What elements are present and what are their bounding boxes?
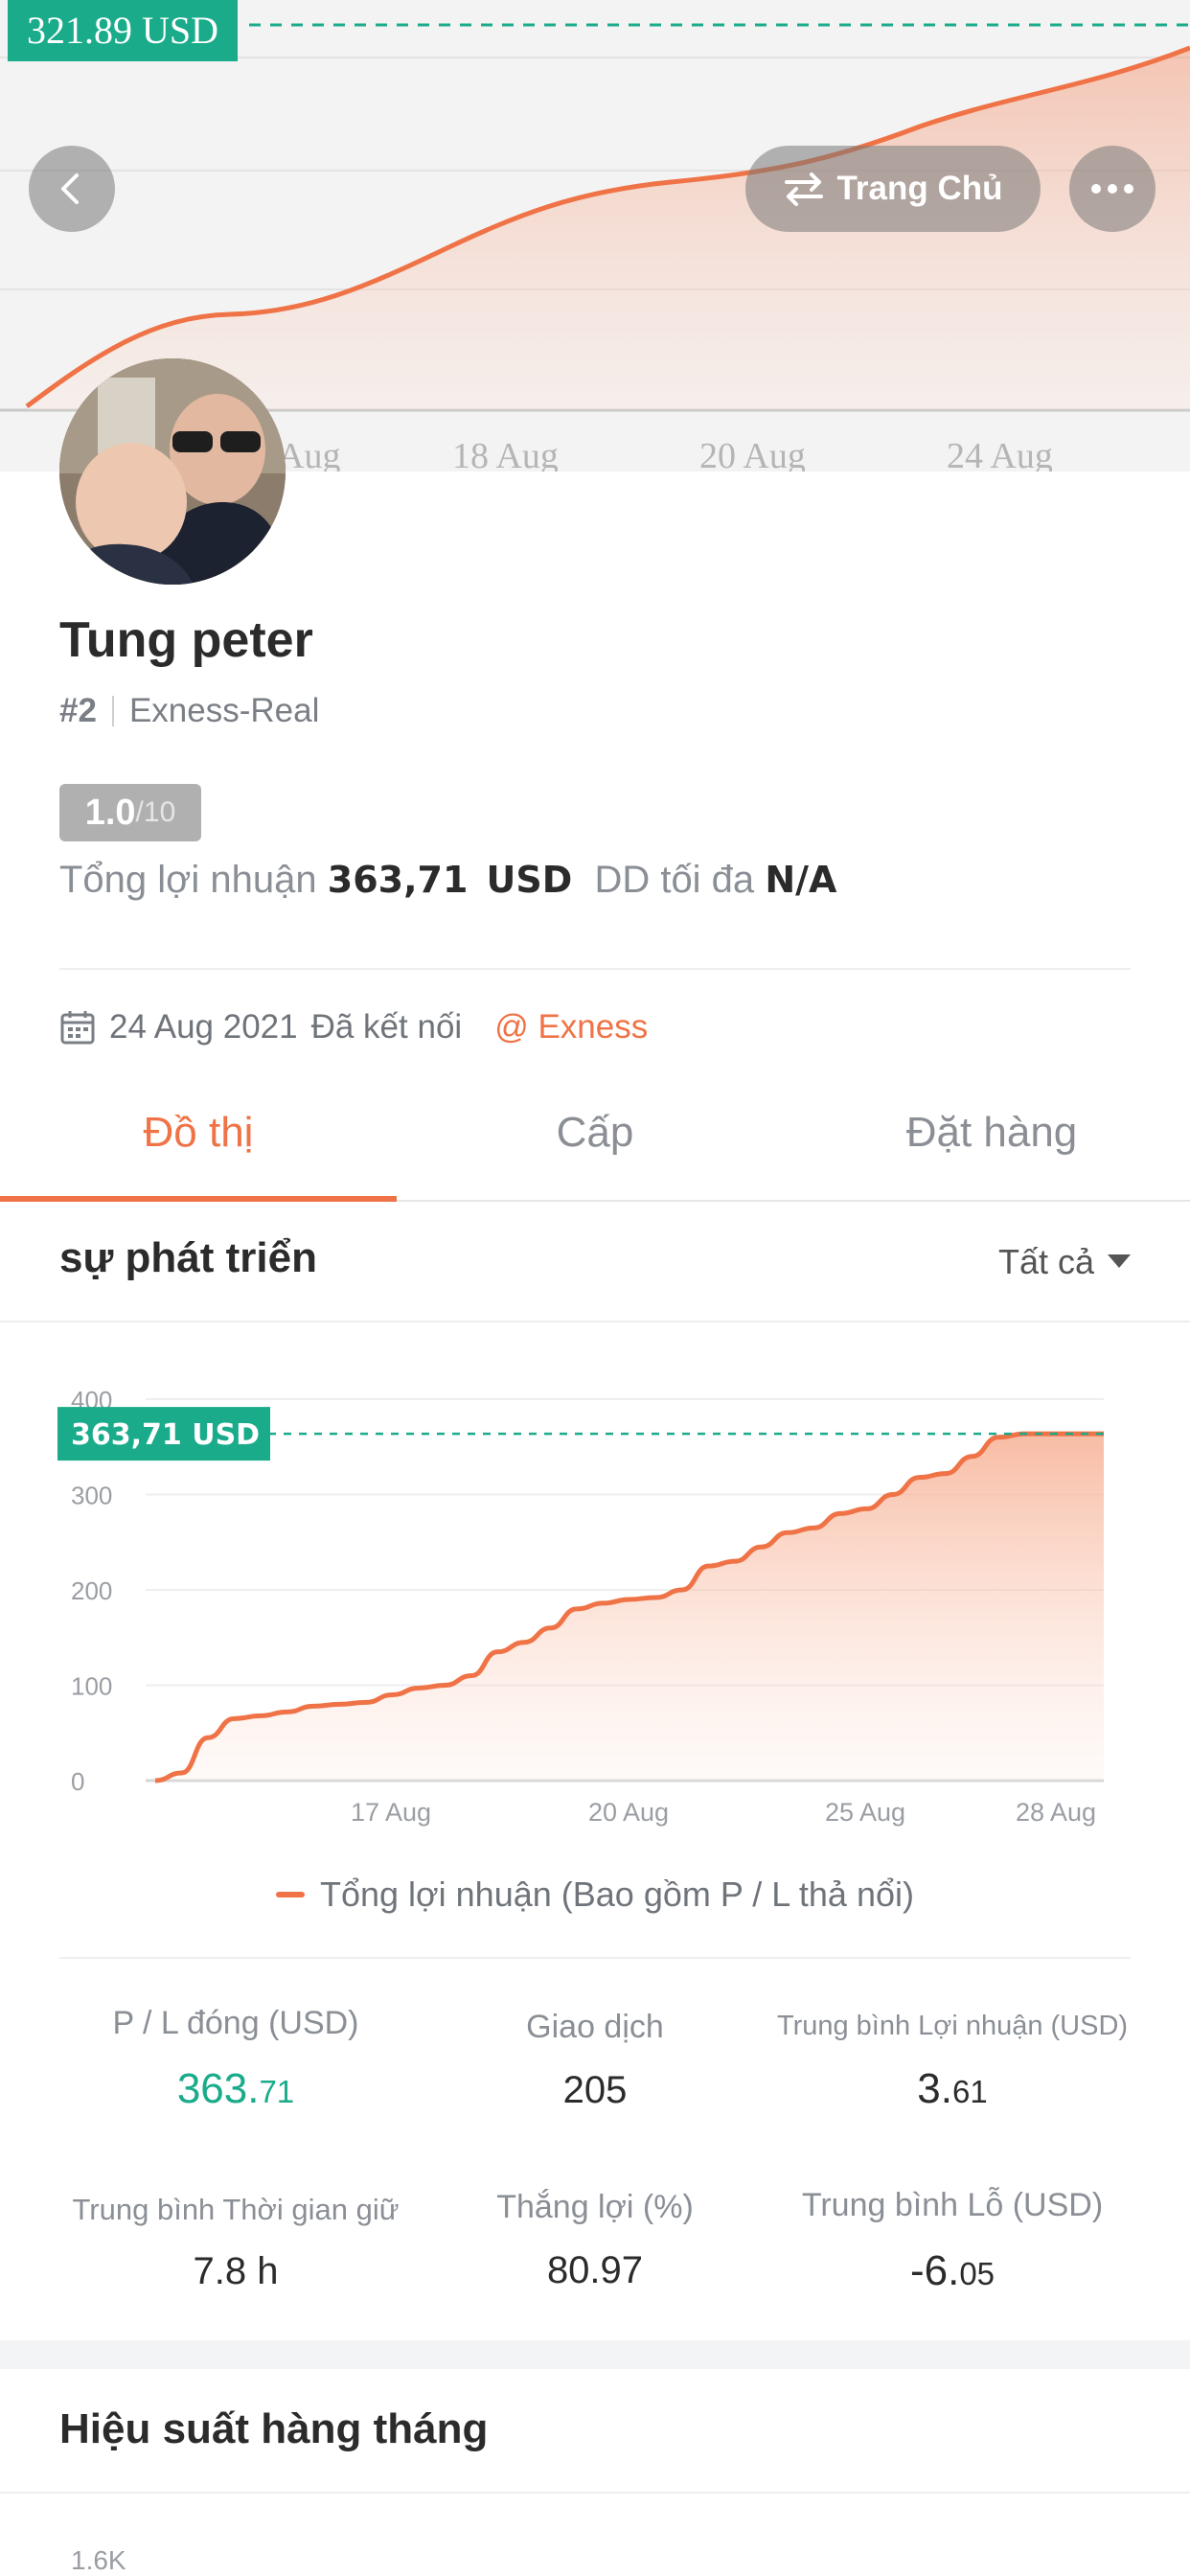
- stat-label: Trung bình Lợi nhuận (USD): [776, 2011, 1129, 2041]
- connected-label: Đã kết nối: [310, 1008, 463, 1046]
- max-dd-label: DD tối đa: [594, 859, 755, 901]
- home-switch-button[interactable]: Trang Chủ: [745, 146, 1041, 232]
- stat-avg-loss: Trung bình Lỗ (USD) -6.05: [774, 2187, 1131, 2295]
- stat-trades: Giao dịch 205: [417, 2009, 773, 2112]
- more-button[interactable]: [1069, 146, 1156, 232]
- chart-legend: Tổng lợi nhuận (Bao gồm P / L thả nổi): [0, 1874, 1190, 1915]
- score-value: 1.0: [84, 792, 136, 833]
- chevron-left-icon: [61, 173, 79, 204]
- y-tick-label: 200: [71, 1576, 112, 1605]
- stat-value-fraction: 71: [259, 2074, 295, 2109]
- stat-avg-profit: Trung bình Lợi nhuận (USD) 3.61: [774, 2011, 1131, 2113]
- swap-arrows-icon: [785, 172, 824, 206]
- stat-value: 3.61: [774, 2065, 1131, 2113]
- stat-label: P / L đóng (USD): [112, 2005, 359, 2041]
- divider: [0, 2492, 1190, 2494]
- hero-x-tick: 20 Aug: [699, 436, 806, 472]
- rank-line: #2 Exness-Real: [59, 692, 319, 730]
- growth-title: sự phát triển: [59, 1234, 318, 1281]
- x-tick-label: 20 Aug: [588, 1798, 669, 1827]
- account-type: Exness-Real: [128, 692, 320, 729]
- monthly-y-tick: 1.6K: [71, 2545, 126, 2575]
- tab-chart[interactable]: Đồ thị: [0, 1066, 397, 1202]
- max-dd-value: N/A: [765, 859, 837, 901]
- stat-label: Trung bình Thời gian giữ: [72, 2193, 400, 2226]
- profit-summary: Tổng lợi nhuận 363,71 USD DD tối đa N/A: [59, 859, 836, 902]
- tab-label: Đồ thị: [143, 1109, 254, 1156]
- stat-value: 7.8 h: [193, 2250, 279, 2292]
- divider: [111, 696, 114, 726]
- hero-x-tick: 18 Aug: [452, 436, 559, 472]
- stat-value: 205: [562, 2069, 628, 2111]
- connected-date: 24 Aug 2021: [109, 1008, 298, 1046]
- rank-number: #2: [59, 692, 97, 729]
- tab-label: Đặt hàng: [905, 1109, 1078, 1156]
- broker-link[interactable]: @ Exness: [494, 1008, 648, 1046]
- monthly-title: Hiệu suất hàng tháng: [59, 2405, 489, 2452]
- total-profit-label: Tổng lợi nhuận: [59, 859, 317, 901]
- total-profit-value: 363,71: [327, 859, 469, 901]
- score-badge: 1.0/10: [59, 784, 201, 841]
- x-tick-label: 17 Aug: [351, 1798, 431, 1827]
- more-dots-icon: [1091, 184, 1133, 194]
- series-area: [155, 1434, 1104, 1781]
- avatar[interactable]: [59, 358, 286, 585]
- filter-label: Tất cả: [997, 1242, 1094, 1281]
- divider: [59, 968, 1131, 970]
- growth-chart: 0 100 200 300 400 17 Aug 20 Aug 25 Aug 28 Aug 363…: [0, 1322, 1190, 1936]
- hero-price-label: 321.89 USD: [8, 0, 239, 61]
- tab-active-indicator: [0, 1196, 397, 1202]
- stat-value-whole: -6.: [909, 2247, 960, 2294]
- stat-win-rate: Thắng lợi (%) 80.97: [417, 2189, 773, 2292]
- legend-label: Tổng lợi nhuận (Bao gồm P / L thả nổi): [320, 1874, 914, 1914]
- hero-area: [27, 48, 1190, 410]
- x-tick-label: 28 Aug: [1016, 1798, 1096, 1827]
- tab-bar: Đồ thị Cấp Đặt hàng: [0, 1066, 1190, 1202]
- divider: [59, 1957, 1131, 1959]
- stat-value-whole: 363.: [176, 2065, 260, 2112]
- calendar-icon: [60, 1011, 95, 1045]
- caret-down-icon: [1108, 1254, 1131, 1268]
- legend-swatch: [276, 1892, 305, 1898]
- stat-avg-hold-time: Trung bình Thời gian giữ 7.8 h: [57, 2193, 414, 2293]
- hero-x-tick: 24 Aug: [947, 436, 1053, 472]
- connection-info: 24 Aug 2021 Đã kết nối @ Exness: [59, 1008, 648, 1046]
- back-button[interactable]: [29, 146, 115, 232]
- avatar-photo: [59, 358, 286, 585]
- x-tick-label: 25 Aug: [825, 1798, 905, 1827]
- score-max: /10: [135, 796, 176, 828]
- y-tick-label: 100: [71, 1672, 112, 1701]
- stat-value: -6.05: [774, 2247, 1131, 2295]
- total-profit-unit: USD: [486, 859, 573, 901]
- stat-closed-pl: P / L đóng (USD) 363.71: [57, 2005, 414, 2113]
- hero-x-tick: Aug: [278, 436, 340, 472]
- period-filter[interactable]: Tất cả: [998, 1242, 1131, 1282]
- stat-value-whole: 3.: [917, 2065, 952, 2112]
- current-value-label: 363,71 USD: [71, 1418, 260, 1452]
- stat-label: Trung bình Lỗ (USD): [801, 2187, 1104, 2223]
- section-gap: [0, 2340, 1190, 2369]
- stat-value-fraction: 61: [951, 2074, 988, 2109]
- growth-chart-svg: 010020030040017 Aug 20 Aug 25 Aug 28 Aug363…: [57, 1386, 1104, 1827]
- stat-label: Thắng lợi (%): [496, 2189, 694, 2225]
- trader-name: Tung peter: [59, 612, 313, 668]
- home-switch-label: Trang Chủ: [836, 170, 1003, 207]
- tab-orders[interactable]: Đặt hàng: [793, 1066, 1190, 1200]
- y-tick-label: 300: [71, 1482, 112, 1510]
- stat-value: 80.97: [546, 2249, 644, 2291]
- tab-level[interactable]: Cấp: [397, 1066, 793, 1200]
- stat-value: 363.71: [57, 2065, 414, 2113]
- stat-value-fraction: 05: [959, 2256, 995, 2291]
- stat-label: Giao dịch: [526, 2009, 664, 2045]
- tab-label: Cấp: [556, 1109, 634, 1156]
- y-tick-label: 0: [71, 1767, 84, 1796]
